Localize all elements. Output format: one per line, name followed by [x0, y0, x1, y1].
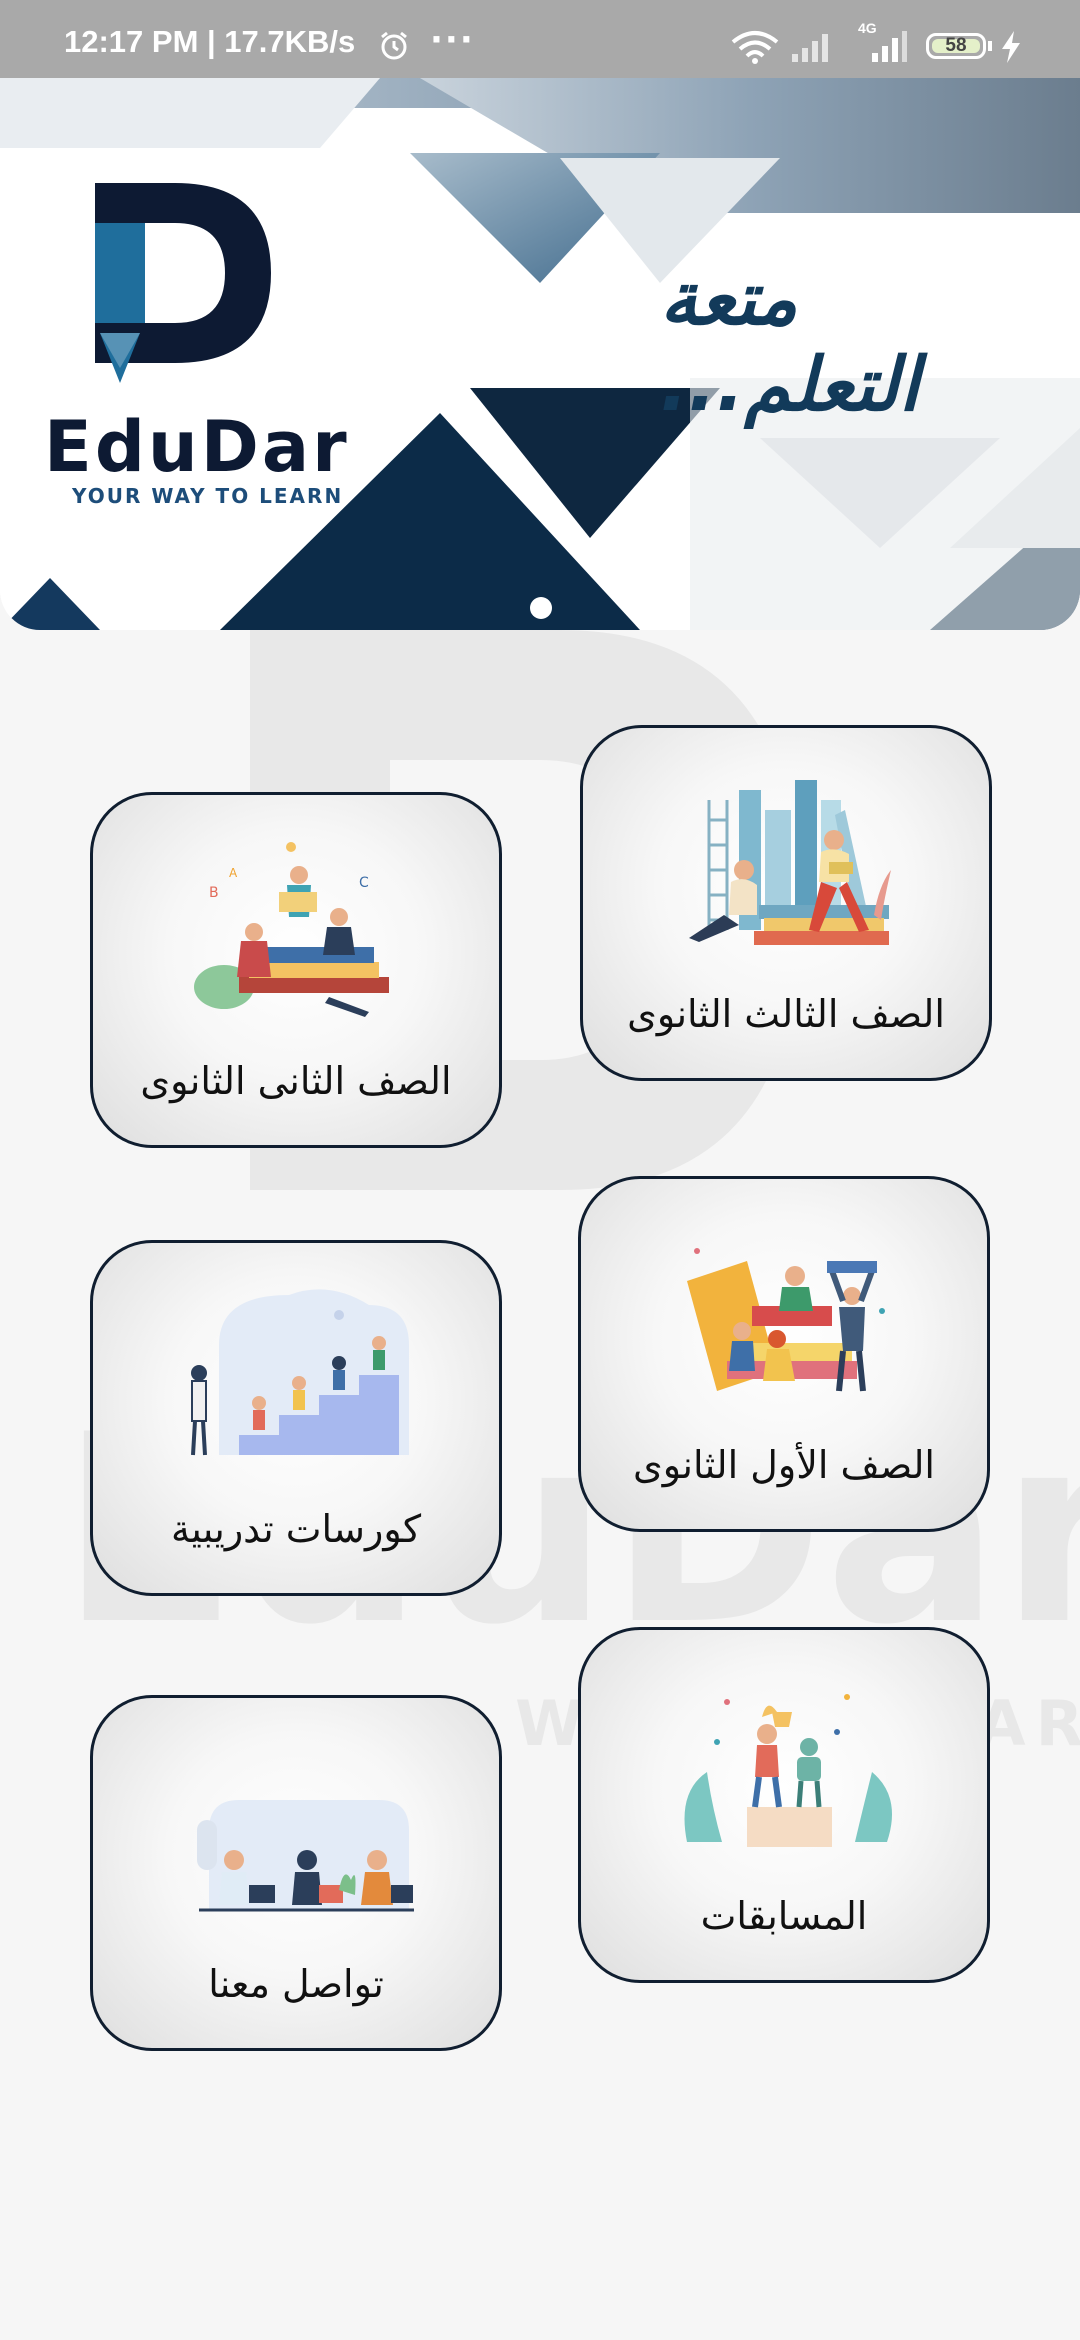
card-label: تواصل معنا	[208, 1962, 384, 2006]
slogan-text: متعة التعلم...	[660, 256, 920, 428]
card-first-secondary[interactable]: الصف الأول الثانوى	[578, 1176, 990, 1532]
signal-sim1-icon	[790, 30, 834, 68]
svg-text:A: A	[229, 866, 238, 880]
card-label: الصف الأول الثانوى	[633, 1443, 935, 1487]
battery-icon: 58	[926, 33, 986, 59]
logo-tagline: YOUR WAY TO LEARN	[72, 484, 344, 508]
kids-learning-illustration	[687, 1248, 885, 1392]
card-competitions[interactable]: المسابقات	[578, 1627, 990, 1983]
classroom-stairs-illustration	[191, 1289, 409, 1456]
header-banner: EduDar YOUR WAY TO LEARN متعة التعلم...	[0, 78, 1080, 630]
signal-sim2-icon	[858, 28, 908, 68]
alarm-icon	[378, 30, 410, 66]
card-second-secondary[interactable]: B C A الصف الثانى الثانوى	[90, 792, 502, 1148]
more-notifications-icon: ···	[430, 20, 475, 60]
students-reading-illustration	[689, 780, 891, 945]
trophy-winner-illustration	[684, 1694, 892, 1847]
card-label: كورسات تدريبية	[170, 1507, 422, 1551]
wifi-icon	[730, 30, 780, 68]
edudar-logo-icon	[95, 183, 271, 383]
status-bar: 12:17 PM | 17.7KB/s ··· 4G 58	[0, 0, 1080, 78]
svg-text:C: C	[359, 875, 369, 891]
card-label: الصف الثانى الثانوى	[140, 1059, 452, 1103]
battery-level: 58	[945, 35, 967, 56]
card-training-courses[interactable]: كورسات تدريبية	[90, 1240, 502, 1596]
status-time-speed: 12:17 PM | 17.7KB/s	[64, 24, 356, 59]
banner-page-indicator	[530, 597, 552, 619]
card-third-secondary[interactable]: الصف الثالث الثانوى	[580, 725, 992, 1081]
card-contact-us[interactable]: تواصل معنا	[90, 1695, 502, 2051]
charging-icon	[1000, 30, 1022, 68]
battery-nub	[988, 41, 992, 51]
card-label: الصف الثالث الثانوى	[627, 992, 945, 1036]
call-center-illustration	[197, 1800, 414, 1912]
students-books-illustration: B C A	[194, 842, 389, 1017]
card-label: المسابقات	[700, 1894, 868, 1938]
logo-name: EduDar	[44, 406, 350, 488]
svg-text:B: B	[209, 885, 219, 901]
